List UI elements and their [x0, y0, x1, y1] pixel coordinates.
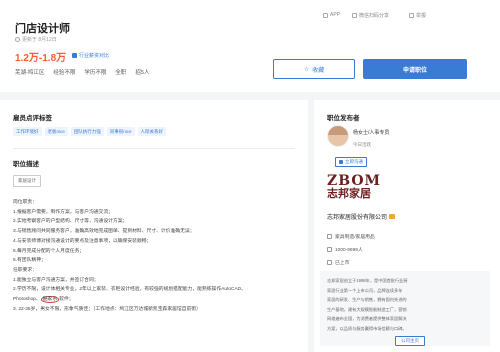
desc-line: 2.实地考察客户的户型结构、尺寸等，沟通设计方案； [13, 219, 128, 225]
salary-compare-label: 行业薪资对比 [79, 53, 110, 59]
company-name: 志邦家居股份有限公司 [327, 215, 388, 221]
intro-line: 网络遍布全国，为消费者提供整体家居解决 [327, 316, 407, 322]
clock-icon [15, 37, 20, 42]
attr-location: 芜湖-鸠江区 [15, 70, 45, 76]
category-chip: 家居设计 [13, 175, 41, 187]
company-size: 1000-9999人 [327, 246, 363, 253]
desc-line: 5.每月完成分配的个人月度任务； [13, 248, 85, 254]
logo-chinese: 志邦家居 [327, 187, 371, 200]
attr-headcount: 招5人 [135, 70, 150, 76]
highlighted-software: 酷家乐 [40, 296, 60, 304]
company-stage: 已上市 [327, 259, 349, 266]
app-label: APP [330, 12, 341, 18]
favorite-label: 收藏 [312, 67, 325, 74]
chat-label: 立即沟通 [345, 159, 363, 164]
publisher-name: 杨女士/人事专员 [353, 130, 390, 136]
wechat-share-label: 微信扫码分享 [359, 13, 390, 19]
report-link[interactable]: 举报 [409, 12, 426, 19]
attr-experience: 经验不限 [53, 70, 76, 76]
desc-line: 1.能独立与客户沟通方案，并签订合同； [13, 277, 99, 283]
salary-range: 1.2万-1.8万 [15, 53, 67, 64]
chat-button[interactable]: 立即沟通 [335, 157, 367, 167]
desc-line: 2.学历不限，设计体相关专业，2年以上家装、衣柜设计经验，有较强的规划搭配能力，… [13, 287, 246, 293]
apply-button[interactable]: 申请职位 [363, 59, 467, 79]
update-time: 更新于 8月12日 [15, 36, 57, 43]
update-time-label: 更新于 8月12日 [22, 37, 57, 43]
salary-compare-link[interactable]: 行业薪资对比 [72, 52, 109, 59]
desc-line: 3.与销售顾问共同服务客户，准确高效地完成图单、提到材料、尺寸、计价准确无误； [13, 229, 195, 235]
favorite-button[interactable]: ☆ 收藏 [273, 59, 355, 79]
app-link[interactable]: APP [323, 12, 340, 18]
desc-text: Photoshop、 [13, 297, 41, 303]
wechat-icon [352, 13, 357, 18]
report-label: 举报 [416, 13, 427, 19]
desc-line: 1.根据客户需要，制作方案，与客户沟通交流； [13, 209, 113, 215]
size-label: 1000-9999人 [335, 248, 363, 253]
desc-line: 任职要求： [13, 267, 37, 273]
stage-label: 已上市 [335, 261, 350, 266]
attr-education: 学历不限 [84, 70, 107, 76]
review-tag: 人际关系好 [137, 127, 167, 136]
company-industry: 家具制造/家居用品 [327, 233, 375, 240]
desc-line: 岗位职责： [13, 200, 37, 205]
company-name-link[interactable]: 志邦家居股份有限公司 [327, 212, 396, 221]
industry-label: 家具制造/家居用品 [335, 235, 375, 240]
description-section-title: 职位描述 [13, 161, 39, 168]
industry-icon [327, 234, 332, 239]
intro-line: 家居的研发、生产与销售，拥有国内先进的 [327, 297, 407, 303]
attr-type: 全职 [115, 70, 127, 76]
review-tag: 同事很nice [106, 127, 135, 136]
desc-line: 3. 22-35岁，男女不限，形象气质佳；（工作地点：鸠江区万达城新凯宝森家居馆… [13, 306, 201, 312]
logo-wordmark: ZBOM [327, 173, 382, 189]
star-icon: ☆ [303, 66, 310, 73]
chat-icon [339, 160, 343, 164]
publisher-active-status: 今日活跃 [353, 142, 371, 147]
desc-line-software: Photoshop、 酷家乐 软件； [13, 295, 303, 305]
company-intro: 志邦家居创立于1998年，是中国首批行业厨 家居行业第一个上市公司，品牌连续多年… [327, 276, 479, 334]
job-description: 岗位职责： 1.根据客户需要，制作方案，与客户沟通交流； 2.实地考察客户的户型… [13, 198, 303, 314]
job-attributes: 芜湖-鸠江区 经验不限 学历不限 全职 招5人 [15, 68, 149, 76]
intro-line: 志邦家居创立于1998年，是中国首批行业厨 [327, 278, 408, 283]
verified-badge-icon [389, 214, 396, 219]
intro-line: 生产基地，建有大规模智能制造工厂，营销 [327, 306, 407, 312]
section-divider [13, 148, 295, 149]
job-title: 门店设计师 [15, 23, 70, 35]
review-tag: 工作环境好 [13, 127, 42, 136]
people-icon [327, 247, 332, 252]
review-section-title: 雇员点评标签 [13, 115, 52, 122]
avatar [327, 125, 349, 147]
wechat-share-link[interactable]: 微信扫码分享 [352, 12, 389, 19]
publisher-section-title: 职位发布者 [327, 115, 360, 122]
chart-icon [72, 53, 77, 58]
stage-icon [327, 260, 332, 265]
review-tag: 团队执行力强 [70, 127, 104, 136]
intro-line: 家居行业第一个上市公司，品牌连续多年 [327, 287, 403, 293]
desc-line: 6.有团队精神； [13, 258, 46, 264]
report-icon [409, 13, 414, 18]
desc-line: 4.与安装师傅对接沟通设计的要点及注意事项，以确保安装顺畅； [13, 238, 152, 244]
intro-line: 方案，以品质与服务赢得市场信赖与口碑。 [327, 325, 407, 331]
phone-icon [323, 12, 328, 18]
review-tag: 老板nice [44, 127, 68, 136]
desc-text: 软件； [59, 297, 74, 303]
company-homepage-button[interactable]: 公司主页 [395, 336, 425, 346]
review-tags: 工作环境好 老板nice 团队执行力强 同事很nice 人际关系好 [13, 127, 167, 136]
company-logo: ZBOM 志邦家居 [327, 174, 417, 200]
